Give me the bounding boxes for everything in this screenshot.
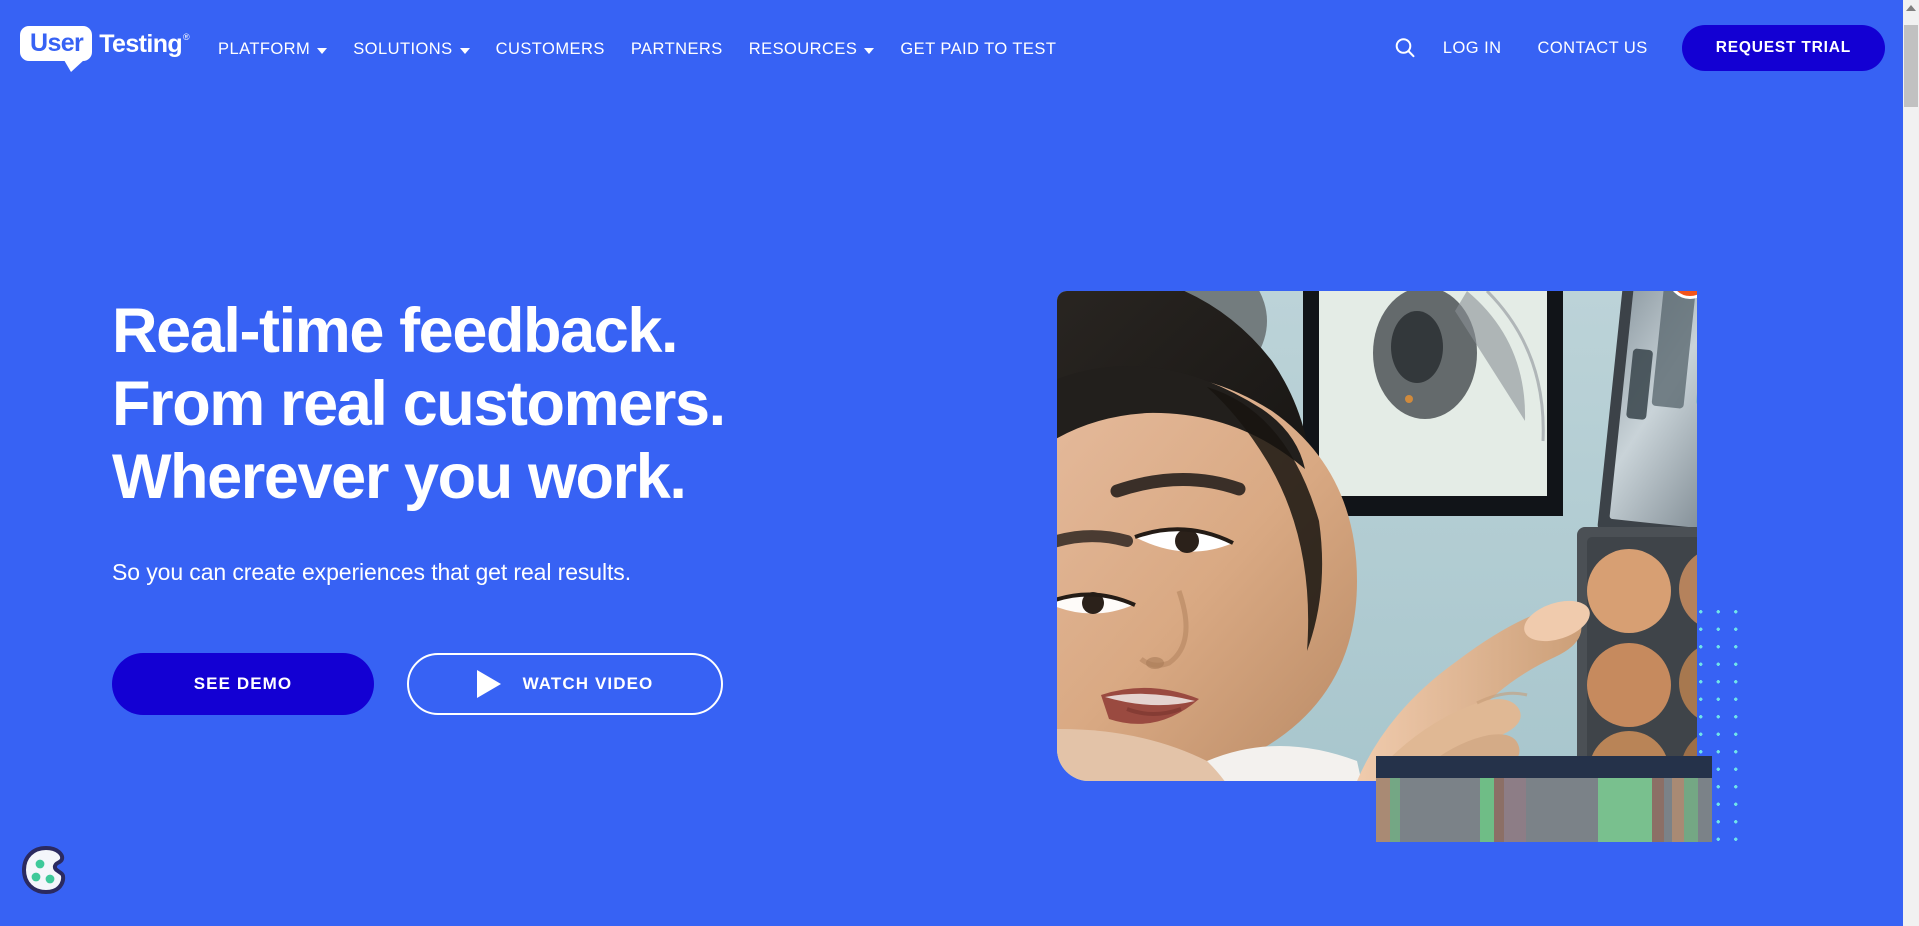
hero-subheadline: So you can create experiences that get r… (112, 559, 631, 586)
request-trial-button[interactable]: REQUEST TRIAL (1681, 25, 1885, 71)
nav-item-get-paid-to-test[interactable]: GET PAID TO TEST (887, 36, 1069, 63)
play-icon (476, 670, 501, 699)
nav-label: SOLUTIONS (353, 40, 453, 58)
logo-bubble: User (20, 26, 93, 72)
headline-line-3: Wherever you work. (112, 442, 687, 513)
nav-label: GET PAID TO TEST (900, 40, 1057, 58)
nav-label: PLATFORM (218, 40, 311, 58)
nav-label: PARTNERS (630, 40, 723, 58)
search-button[interactable] (1385, 28, 1425, 68)
watch-video-button[interactable]: WATCH VIDEO (407, 653, 723, 716)
cookie-preferences-button[interactable] (18, 842, 74, 898)
header-actions: LOG IN CONTACT US REQUEST TRIAL (1385, 25, 1885, 71)
shelf-strip (1376, 756, 1712, 842)
hero-cta-row: SEE DEMO WATCH VIDEO (112, 653, 832, 716)
main-nav: PLATFORM SOLUTIONS CUSTOMERS PARTNERS RE… (205, 36, 1069, 63)
hero-copy: Real-time feedback. From real customers.… (112, 295, 832, 716)
cookie-icon (22, 846, 66, 894)
hero-headline: Real-time feedback. From real customers.… (112, 295, 832, 514)
see-demo-button[interactable]: SEE DEMO (112, 653, 374, 716)
logo-primary-text: User (30, 29, 84, 57)
headline-line-1: Real-time feedback. (112, 296, 679, 366)
watch-video-label: WATCH VIDEO (522, 674, 654, 694)
nav-item-customers[interactable]: CUSTOMERS (483, 36, 618, 63)
shelf-illustration (1376, 756, 1712, 842)
chevron-down-icon (864, 47, 875, 54)
browser-scrollbar[interactable] (1903, 0, 1919, 926)
logo-secondary-text: Testing (99, 30, 183, 58)
nav-item-platform[interactable]: PLATFORM (205, 36, 340, 63)
nav-item-solutions[interactable]: SOLUTIONS (340, 36, 482, 63)
nav-label: CUSTOMERS (495, 40, 605, 58)
login-link[interactable]: LOG IN (1425, 35, 1520, 62)
search-icon (1395, 38, 1415, 58)
nav-item-partners[interactable]: PARTNERS (618, 36, 736, 63)
site-header: User Testing ® PLATFORM SOLUTIONS CUSTOM… (0, 0, 1903, 92)
hero-media: 0:36 Cool packaging. It's great. Until y… (1057, 291, 1750, 851)
nav-label: RESOURCES (748, 40, 858, 58)
page-root: User Testing ® PLATFORM SOLUTIONS CUSTOM… (0, 0, 1903, 926)
chevron-down-icon (317, 47, 328, 54)
contact-us-link[interactable]: CONTACT US (1520, 35, 1666, 62)
scroll-up-arrow-icon[interactable] (1906, 5, 1916, 11)
hero-photo-illustration (1057, 291, 1697, 781)
logo-trademark: ® (183, 32, 190, 42)
chevron-down-icon (459, 47, 470, 54)
hero-photo (1057, 291, 1697, 781)
headline-line-2: From real customers. (112, 369, 726, 440)
nav-item-resources[interactable]: RESOURCES (736, 36, 888, 63)
scrollbar-thumb[interactable] (1904, 25, 1918, 107)
usertesting-logo[interactable]: User Testing ® (20, 26, 190, 72)
